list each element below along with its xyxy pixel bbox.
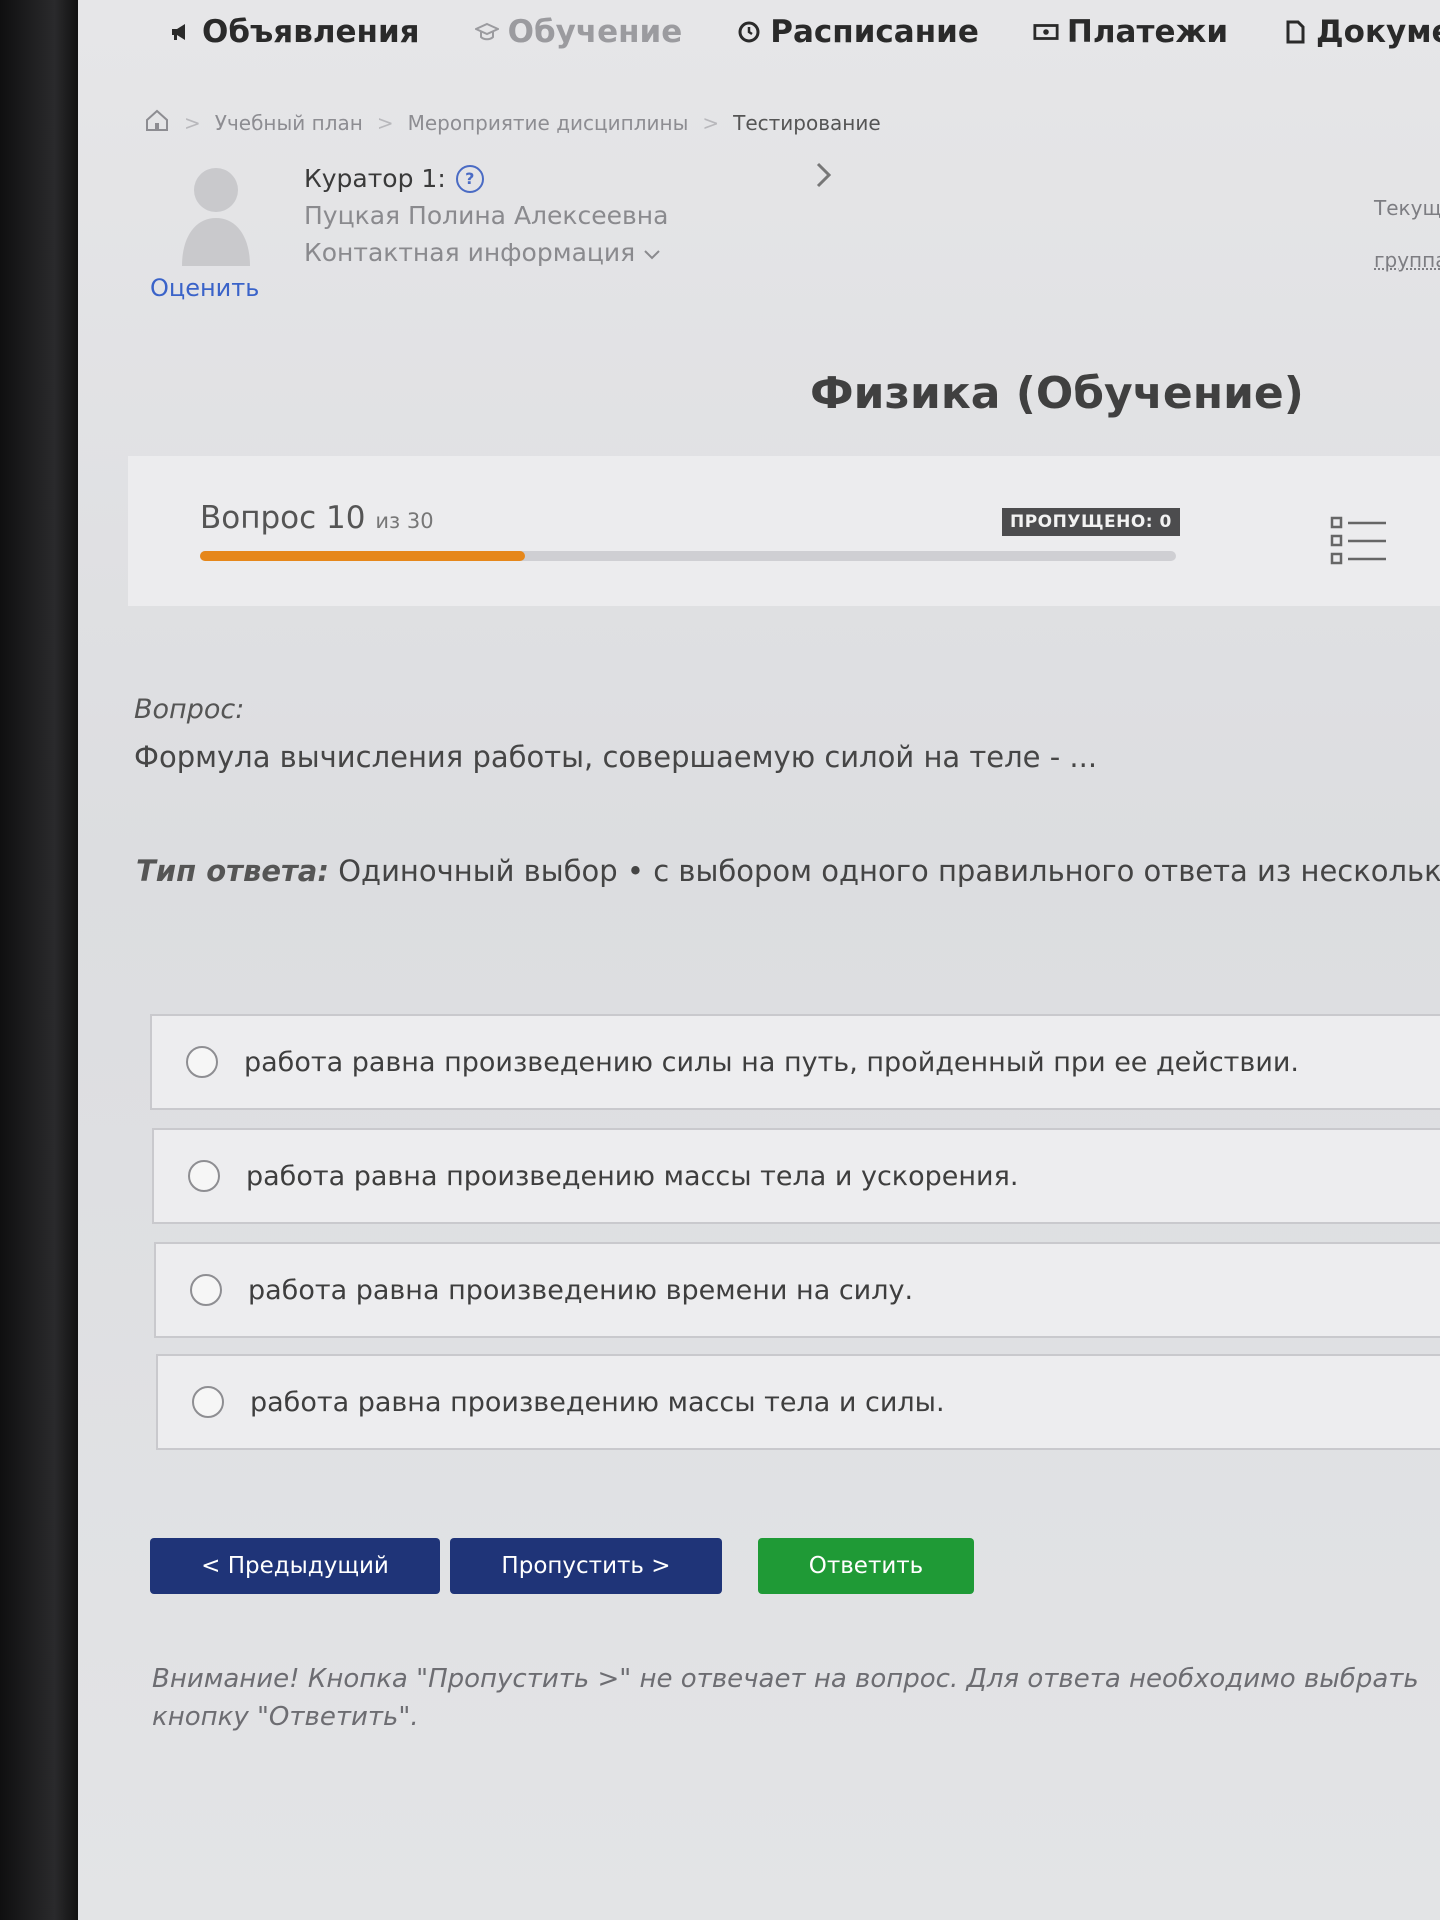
current-group-panel: Текуща группа: [1374, 182, 1440, 286]
chevron-right-icon[interactable]: [814, 160, 834, 198]
question-number: Вопрос 10: [200, 500, 366, 536]
curator-title: Куратор 1:: [304, 164, 446, 193]
question-counter: Вопрос 10 из 30: [200, 500, 434, 536]
answer-type-value: Одиночный выбор • с выбором одного прави…: [338, 854, 1440, 888]
nav-learning[interactable]: Обучение: [474, 14, 683, 50]
nav-documents[interactable]: Докумен: [1282, 14, 1440, 50]
question-total: из 30: [375, 509, 434, 533]
nav-label: Объявления: [202, 14, 420, 50]
megaphone-icon: [168, 19, 194, 45]
nav-label: Обучение: [507, 14, 683, 50]
breadcrumb-link[interactable]: Учебный план: [215, 111, 363, 135]
answer-option-text: работа равна произведению времени на сил…: [248, 1274, 914, 1306]
nav-label: Платежи: [1066, 14, 1229, 50]
radio-button[interactable]: [186, 1046, 218, 1078]
answer-button[interactable]: Ответить: [758, 1538, 974, 1594]
warning-note: Внимание! Кнопка "Пропустить >" не отвеч…: [152, 1660, 1419, 1736]
question-list-icon[interactable]: [1330, 514, 1390, 574]
question-label: Вопрос:: [134, 694, 245, 725]
contact-info-toggle[interactable]: Контактная информация: [304, 234, 668, 271]
radio-button[interactable]: [192, 1386, 224, 1418]
avatar: [176, 158, 256, 268]
curator-title-row: Куратор 1: ?: [304, 160, 668, 197]
breadcrumb: > Учебный план > Мероприятие дисциплины …: [144, 108, 881, 137]
nav-payments[interactable]: Платежи: [1033, 14, 1228, 50]
clock-icon: [736, 19, 762, 45]
top-navigation: Объявления Обучение Расписание Платежи Д…: [168, 14, 1440, 50]
answer-type: Тип ответа: Одиночный выбор • с выбором …: [136, 854, 1440, 888]
warning-line: Внимание! Кнопка "Пропустить >" не отвеч…: [152, 1664, 1419, 1694]
radio-button[interactable]: [188, 1160, 220, 1192]
skip-button[interactable]: Пропустить >: [450, 1538, 722, 1594]
document-icon: [1282, 19, 1308, 45]
home-icon[interactable]: [144, 108, 170, 137]
nav-schedule[interactable]: Расписание: [736, 14, 979, 50]
rate-curator-link[interactable]: Оценить: [150, 274, 259, 302]
answer-option[interactable]: работа равна произведению времени на сил…: [154, 1242, 1440, 1338]
radio-button[interactable]: [190, 1274, 222, 1306]
nav-label: Расписание: [770, 14, 979, 50]
help-icon[interactable]: ?: [455, 164, 484, 193]
curator-name: Пуцкая Полина Алексеевна: [304, 201, 669, 230]
answer-option[interactable]: работа равна произведению массы тела и у…: [152, 1128, 1440, 1224]
current-label: Текуща: [1374, 196, 1440, 220]
answer-option-text: работа равна произведению массы тела и у…: [246, 1160, 1019, 1192]
answer-option-text: работа равна произведению массы тела и с…: [250, 1386, 945, 1418]
page-title: Физика (Обучение): [810, 368, 1304, 419]
curator-info: Куратор 1: ? Пуцкая Полина Алексеевна Ко…: [304, 160, 668, 271]
breadcrumb-link[interactable]: Мероприятие дисциплины: [408, 111, 689, 135]
answer-type-label: Тип ответа:: [136, 854, 329, 888]
question-text: Формула вычисления работы, совершаемую с…: [134, 740, 1098, 774]
screen: Объявления Обучение Расписание Платежи Д…: [78, 0, 1440, 1920]
group-link[interactable]: группа: [1374, 234, 1440, 286]
graduation-cap-icon: [474, 19, 500, 45]
breadcrumb-separator: >: [376, 110, 394, 135]
warning-line: кнопку "Ответить".: [152, 1702, 419, 1732]
answer-option[interactable]: работа равна произведению массы тела и с…: [156, 1354, 1440, 1450]
skipped-badge: ПРОПУЩЕНО: 0: [1002, 508, 1180, 536]
breadcrumb-separator: >: [184, 110, 201, 135]
contact-info-label: Контактная информация: [304, 238, 636, 267]
previous-button[interactable]: < Предыдущий: [150, 1538, 440, 1594]
nav-announcements[interactable]: Объявления: [168, 14, 420, 50]
breadcrumb-separator: >: [702, 110, 720, 135]
device-bezel: [0, 0, 78, 1920]
progress-bar: [200, 551, 1176, 561]
breadcrumb-current: Тестирование: [733, 110, 881, 135]
answer-option-text: работа равна произведению силы на путь, …: [244, 1046, 1299, 1078]
nav-label: Докумен: [1316, 14, 1440, 50]
chevron-down-icon: [643, 234, 661, 271]
progress-bar-fill: [200, 551, 526, 561]
money-icon: [1033, 19, 1059, 45]
answer-option[interactable]: работа равна произведению силы на путь, …: [150, 1014, 1440, 1110]
